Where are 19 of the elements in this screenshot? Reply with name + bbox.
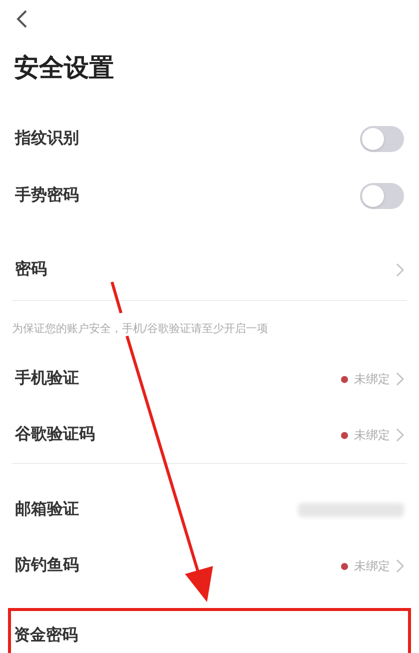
setting-label: 指纹识别 — [15, 128, 79, 148]
setting-label: 密码 — [15, 259, 47, 280]
status-text: 未绑定 — [354, 558, 390, 575]
setting-label: 资金密码 — [14, 625, 78, 646]
setting-label: 谷歌验证码 — [15, 424, 95, 445]
chevron-icon — [396, 263, 404, 277]
setting-label: 手机验证 — [15, 368, 79, 389]
toggle-switch[interactable] — [360, 126, 404, 152]
setting-label: 手势密码 — [15, 185, 79, 206]
setting-label: 邮箱验证 — [15, 500, 79, 520]
chevron-icon — [396, 372, 404, 386]
page-title: 安全设置 — [14, 53, 114, 84]
toggle-switch[interactable] — [360, 182, 404, 208]
chevron-icon — [396, 428, 404, 442]
hint-text: 为保证您的账户安全，手机/谷歌验证请至少开启一项 — [12, 322, 268, 337]
status-text: 未绑定 — [354, 371, 390, 388]
setting-label: 防钓鱼码 — [15, 555, 79, 576]
chevron-icon — [396, 559, 404, 573]
status-text: 未绑定 — [354, 427, 390, 444]
